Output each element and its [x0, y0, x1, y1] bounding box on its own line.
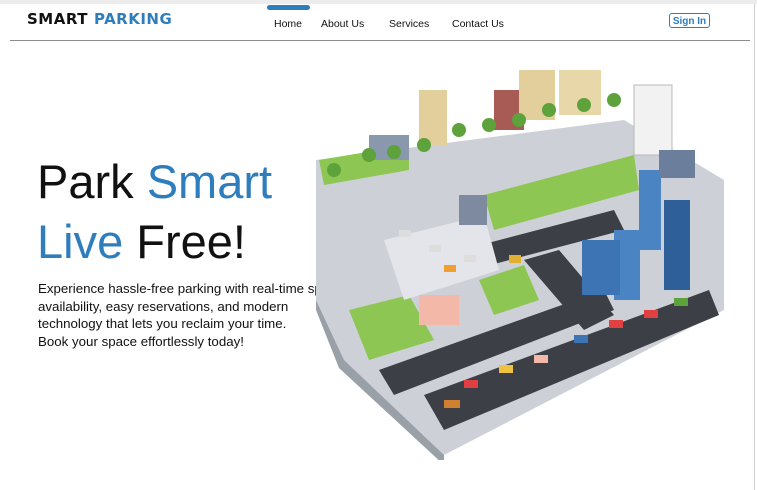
brand-logo[interactable]: SMART PARKING	[27, 10, 172, 28]
tree	[387, 145, 401, 159]
hero-description: Experience hassle-free parking with real…	[38, 280, 348, 350]
brand-word-smart: SMART	[27, 10, 88, 28]
tree	[607, 93, 621, 107]
nav-about-us[interactable]: About Us	[321, 18, 364, 30]
building	[659, 150, 695, 178]
building	[419, 295, 459, 325]
page-edge	[754, 4, 755, 490]
car	[509, 255, 521, 263]
car	[499, 365, 513, 373]
car	[574, 335, 588, 343]
nav-services[interactable]: Services	[389, 18, 429, 30]
hero-word-free: Free!	[136, 215, 246, 268]
car	[534, 355, 548, 363]
glass-tower	[582, 240, 620, 295]
nav-home[interactable]: Home	[274, 18, 302, 30]
hero-title: Park Smart Live Free!	[37, 152, 272, 272]
car	[444, 265, 456, 272]
hero-description-cta: Book your space effortlessly today!	[38, 333, 244, 349]
brand-word-parking: PARKING	[93, 10, 173, 28]
tree	[512, 113, 526, 127]
hero-word-live: Live	[37, 215, 124, 268]
car	[444, 400, 460, 408]
car	[609, 320, 623, 328]
building	[459, 195, 487, 225]
tree	[417, 138, 431, 152]
tree	[362, 148, 376, 162]
car	[399, 230, 411, 237]
car	[429, 245, 441, 252]
hero-word-park: Park	[37, 155, 134, 208]
car	[674, 298, 688, 306]
tree	[327, 163, 341, 177]
building	[419, 90, 447, 145]
glass-tower	[639, 170, 661, 250]
hospital-building	[633, 84, 673, 156]
browser-top-strip	[0, 0, 757, 4]
tree	[482, 118, 496, 132]
tree	[577, 98, 591, 112]
hero-description-main: Experience hassle-free parking with real…	[38, 281, 333, 331]
glass-tower	[664, 200, 690, 290]
car	[464, 380, 478, 388]
sign-in-button[interactable]: Sign In	[669, 13, 710, 28]
nav-contact-us[interactable]: Contact Us	[452, 18, 504, 30]
tree	[542, 103, 556, 117]
car	[464, 255, 476, 262]
tree	[452, 123, 466, 137]
city-parking-illustration	[316, 70, 724, 460]
hero-word-smart: Smart	[146, 155, 273, 208]
car	[644, 310, 658, 318]
